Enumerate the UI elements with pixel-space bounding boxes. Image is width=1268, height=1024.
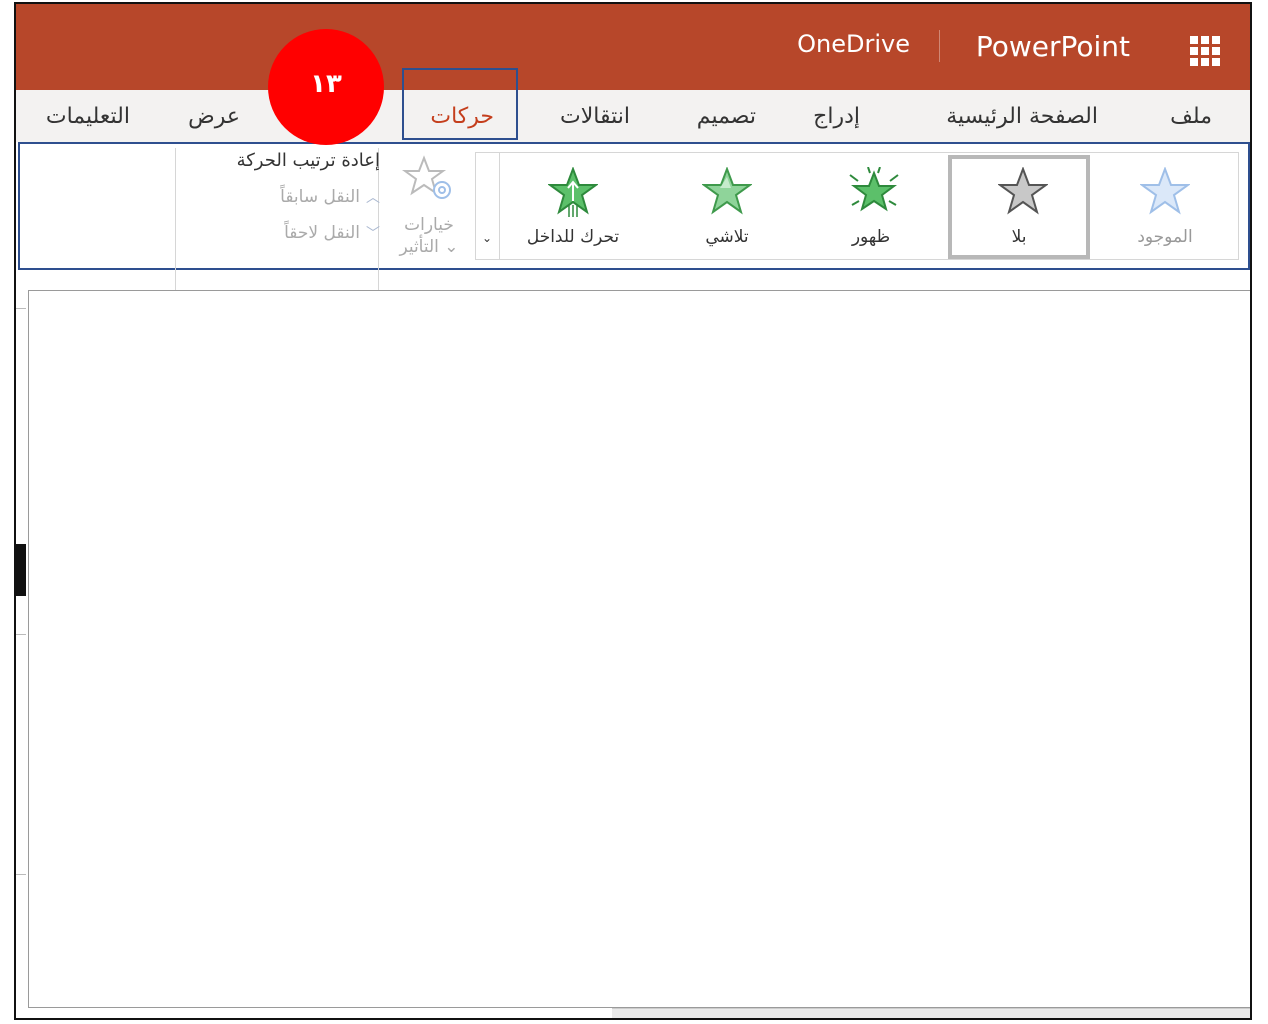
effect-options-button[interactable]: خيارات التأثير ⌄ [390,152,468,262]
tab-help[interactable]: التعليمات [46,104,130,129]
chevron-up-icon: ︿ [366,190,380,206]
step-number: ١٣ [310,69,342,99]
effect-options-label-2: التأثير ⌄ [399,237,459,257]
reorder-group: إعادة ترتيب الحركة النقل سابقاً ︿ النقل ل… [180,150,380,243]
animation-existing[interactable]: الموجود [1094,153,1236,259]
tab-transitions[interactable]: انتقالات [560,104,630,129]
slide-glyph-fragment [16,544,26,596]
active-tab-highlight [402,68,518,140]
group-divider [175,148,176,298]
star-fly-in-icon [548,167,598,217]
animation-fade[interactable]: تلاشي [656,153,798,259]
tab-insert[interactable]: إدراج [813,104,860,129]
strip-divider [16,308,26,309]
chevron-down-icon: ⌄ [482,231,493,245]
animations-ribbon: ⌄ تحرك للداخل تلاشي ظهور بلا الموجود خيا… [18,142,1250,298]
star-existing-icon [1140,167,1190,215]
star-appear-icon [849,167,899,212]
move-later-label: النقل لاحقاً [284,223,360,243]
tab-view[interactable]: عرض [188,104,240,129]
animation-none[interactable]: بلا [948,155,1090,259]
move-earlier-label: النقل سابقاً [280,187,360,207]
app-launcher-icon[interactable] [1190,36,1220,66]
tab-home[interactable]: الصفحة الرئيسية [946,104,1098,129]
reorder-title: إعادة ترتيب الحركة [236,150,380,171]
chevron-down-icon: ﹀ [366,226,380,242]
step-callout: ١٣ [268,29,384,145]
animation-gallery: ⌄ تحرك للداخل تلاشي ظهور بلا الموجود [475,152,1239,260]
star-none-icon [998,167,1048,215]
animation-label: الموجود [1137,227,1193,247]
thumbnail-strip [16,304,28,1018]
star-gear-icon [402,155,451,199]
status-bar [612,1008,1250,1018]
slide-canvas[interactable] [28,290,1250,1008]
animation-appear[interactable]: ظهور [800,153,942,259]
animation-label: تحرك للداخل [526,227,620,247]
animation-label: بلا [1011,227,1027,247]
effect-options-label: خيارات [404,215,454,235]
tab-design[interactable]: تصميم [697,104,756,129]
strip-divider [16,874,26,875]
strip-divider [16,634,26,635]
move-later-button[interactable]: النقل لاحقاً ﹀ [180,223,380,243]
onedrive-link[interactable]: OneDrive [797,30,910,58]
title-separator [939,30,940,62]
tab-file[interactable]: ملف [1170,104,1212,129]
app-name: PowerPoint [975,30,1130,63]
move-earlier-button[interactable]: النقل سابقاً ︿ [180,187,380,207]
star-fade-icon [702,167,752,215]
animation-label: تلاشي [705,227,749,247]
title-bar: OneDrive PowerPoint [16,4,1250,90]
gallery-more-button[interactable]: ⌄ [476,153,500,259]
animation-label: ظهور [851,227,891,247]
app-window: OneDrive PowerPoint ملف الصفحة الرئيسية … [14,2,1252,1020]
animation-fly-in[interactable]: تحرك للداخل [502,153,644,259]
ribbon-tabs: ملف الصفحة الرئيسية إدراج تصميم انتقالات… [16,90,1250,142]
